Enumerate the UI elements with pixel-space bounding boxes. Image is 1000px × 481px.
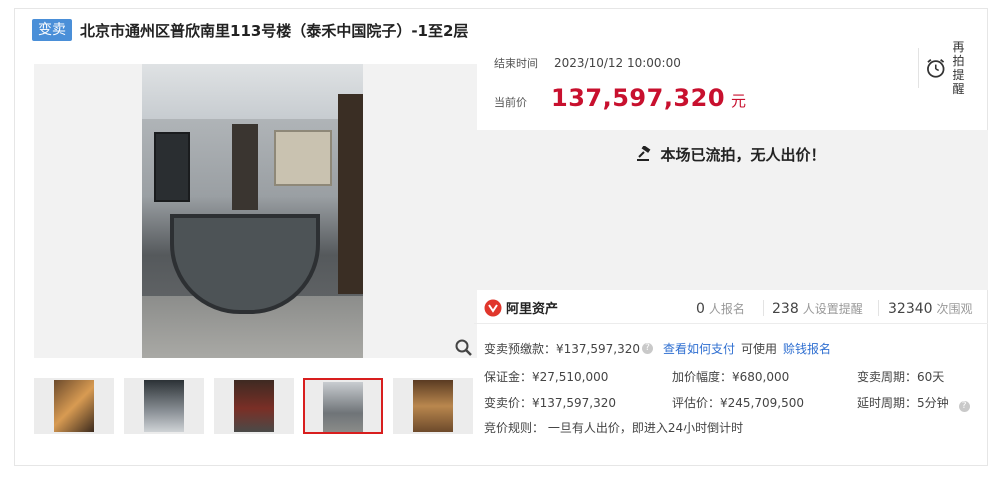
deposit-text: 变卖预缴款：¥137,597,320 xyxy=(484,342,640,356)
usable-text: 可使用 xyxy=(741,342,778,356)
reminder-count: 238 人设置提醒 xyxy=(772,301,863,317)
title-row: 变卖 北京市通州区普欣南里113号楼（泰禾中国院子）-1至2层 xyxy=(32,18,468,42)
price-unit: 元 xyxy=(731,92,747,110)
appraisal-text: 评估价：¥245,709,500 xyxy=(672,396,804,410)
sale-price-text: 变卖价：¥137,597,320 xyxy=(484,396,616,410)
delay-period: 延时周期：5分钟? xyxy=(857,394,970,412)
auction-info: 结束时间 2023/10/12 10:00:00 当前价 137,597,320… xyxy=(474,40,988,126)
view-count: 32340 次围观 xyxy=(888,301,973,317)
end-time-value: 2023/10/12 10:00:00 xyxy=(554,56,681,70)
bidding-rule-text: 竞价规则： 一旦有人出价，即进入24小时倒计时 xyxy=(484,421,744,435)
sale-type-badge: 变卖 xyxy=(32,19,72,41)
end-time-row: 结束时间 2023/10/12 10:00:00 xyxy=(494,55,681,71)
current-price-value: 137,597,320 xyxy=(551,84,726,112)
auction-status: 本场已流拍，无人出价！ xyxy=(474,144,988,165)
ali-assets-logo-icon xyxy=(484,299,502,316)
main-image-viewer[interactable] xyxy=(34,64,477,358)
current-price-label: 当前价 xyxy=(494,96,527,109)
ali-assets-brand: 阿里资产 xyxy=(484,298,558,317)
alarm-clock-icon xyxy=(927,59,945,78)
period-text: 变卖周期：60天 xyxy=(857,370,945,384)
end-time-label: 结束时间 xyxy=(494,57,538,70)
increment-text: 加价幅度：¥680,000 xyxy=(672,370,790,384)
zoom-icon[interactable] xyxy=(454,338,474,358)
thumbnail-strip xyxy=(34,378,477,434)
remind-line-1: 再拍 xyxy=(952,40,965,68)
gavel-icon xyxy=(637,146,651,161)
stats-row: 阿里资产 0 人报名 238 人设置提醒 32340 次围观 xyxy=(474,290,988,324)
how-to-pay-link[interactable]: 查看如何支付 xyxy=(663,340,735,357)
thumbnail-5[interactable] xyxy=(393,378,473,434)
page-title: 北京市通州区普欣南里113号楼（泰禾中国院子）-1至2层 xyxy=(80,21,469,40)
auction-status-panel: 本场已流拍，无人出价！ xyxy=(474,130,988,290)
deposit-row: 变卖预缴款：¥137,597,320 ? 查看如何支付 可使用 赊钱报名 xyxy=(484,340,831,357)
credit-signup-link[interactable]: 赊钱报名 xyxy=(783,340,831,357)
thumbnail-3[interactable] xyxy=(214,378,294,434)
signup-count: 0 人报名 xyxy=(696,301,745,317)
bond-text: 保证金：¥27,510,000 xyxy=(484,370,609,384)
current-price-row: 当前价 137,597,320 元 xyxy=(494,84,746,112)
help-icon[interactable]: ? xyxy=(641,343,653,354)
remind-line-2: 提醒 xyxy=(952,68,965,96)
thumbnail-4-selected[interactable] xyxy=(303,378,383,434)
remind-again-button[interactable]: 再拍 提醒 xyxy=(918,40,976,96)
delay-help-icon[interactable]: ? xyxy=(958,401,970,412)
thumbnail-2[interactable] xyxy=(124,378,204,434)
thumbnail-1[interactable] xyxy=(34,378,114,434)
ali-assets-label: 阿里资产 xyxy=(506,302,559,317)
property-photo[interactable] xyxy=(142,64,363,358)
delay-text: 延时周期：5分钟 xyxy=(857,396,949,410)
auction-status-text: 本场已流拍，无人出价！ xyxy=(660,146,826,164)
